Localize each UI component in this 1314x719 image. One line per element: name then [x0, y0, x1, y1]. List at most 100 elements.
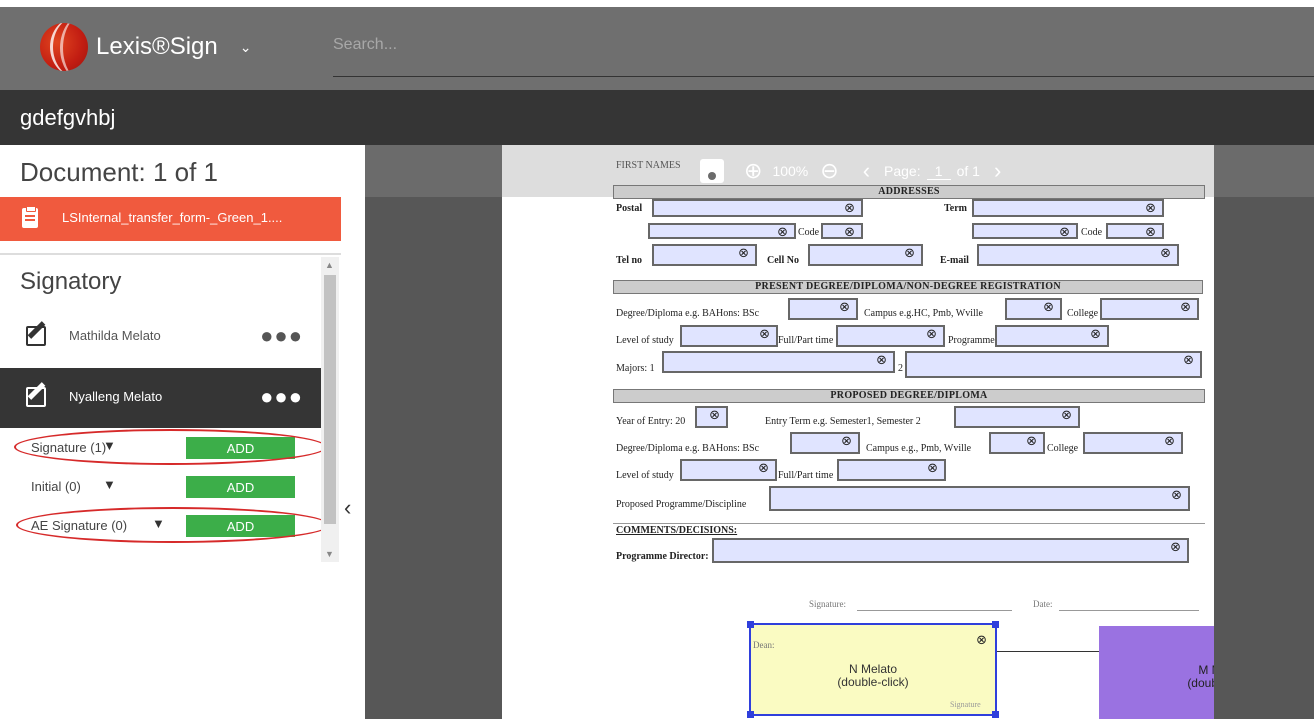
remove-field-icon[interactable]: ⊗ [927, 461, 938, 476]
form-field[interactable]: ⊗ [769, 486, 1190, 511]
zoom-level: 100% [772, 163, 809, 179]
form-field[interactable]: ⊗ [821, 223, 863, 240]
form-field[interactable]: ⊗ [808, 244, 923, 266]
signature-hint: (double-click) [837, 675, 909, 689]
scrollbar-thumb[interactable] [324, 275, 336, 524]
more-options-icon[interactable]: ●●● [260, 384, 303, 410]
form-field[interactable]: ⊗ [1005, 298, 1062, 320]
remove-field-icon[interactable]: ⊗ [1170, 540, 1181, 555]
remove-field-icon[interactable]: ⊗ [876, 353, 887, 368]
zoom-in-icon[interactable]: ⊕ [744, 158, 762, 184]
remove-field-icon[interactable]: ⊗ [709, 408, 720, 423]
lexis-logo-icon [40, 23, 88, 71]
remove-field-icon[interactable]: ⊗ [1059, 225, 1070, 240]
form-field[interactable]: ⊗ [995, 325, 1109, 347]
brand-logo[interactable]: Lexis®Sign ⌄ [40, 23, 251, 71]
form-field[interactable]: ⊗ [954, 406, 1080, 428]
form-field[interactable]: ⊗ [989, 432, 1045, 454]
remove-field-icon[interactable]: ⊗ [1180, 300, 1191, 315]
signer-mathilda[interactable]: Mathilda Melato ●●● [0, 307, 321, 367]
previous-page-icon[interactable]: ‹ [863, 158, 870, 184]
label-majors: Majors: 1 [616, 363, 655, 374]
form-field[interactable]: ⊗ [977, 244, 1179, 266]
form-field[interactable]: ⊗ [972, 199, 1164, 217]
form-field[interactable]: ⊗ [652, 244, 757, 266]
remove-field-icon[interactable]: ⊗ [758, 461, 769, 476]
resize-handle[interactable] [747, 711, 754, 718]
sidebar-scrollbar[interactable]: ▲ ▼ [321, 257, 339, 562]
collapse-sidebar-icon[interactable]: ‹ [344, 495, 351, 521]
label-email: E-mail [940, 255, 969, 266]
remove-field-icon[interactable]: ⊗ [777, 225, 788, 240]
form-field[interactable]: ⊗ [905, 351, 1202, 378]
remove-field-icon[interactable]: ⊗ [926, 327, 937, 342]
resize-handle[interactable] [992, 711, 999, 718]
remove-field-icon[interactable]: ⊗ [1026, 434, 1037, 449]
remove-field-icon[interactable]: ⊗ [1061, 408, 1072, 423]
remove-field-icon[interactable]: ⊗ [759, 327, 770, 342]
remove-field-icon[interactable]: ⊗ [1171, 488, 1182, 503]
signature-text[interactable]: N Melato (double-click) [751, 663, 995, 689]
signer-nyalleng[interactable]: Nyalleng Melato ●●● [0, 368, 321, 428]
form-field[interactable]: ⊗ [836, 325, 945, 347]
form-field[interactable]: ⊗ [695, 406, 728, 428]
add-initial-button[interactable]: ADD [186, 476, 295, 498]
form-field[interactable]: ⊗ [648, 223, 796, 240]
scroll-up-icon[interactable]: ▲ [325, 260, 334, 270]
remove-field-icon[interactable]: ⊗ [839, 300, 850, 315]
remove-field-icon[interactable]: ⊗ [841, 434, 852, 449]
signature-box-m-melato[interactable]: ⊗ M Melato (double-click) [1099, 626, 1214, 719]
divider [613, 523, 1205, 524]
save-icon[interactable] [700, 159, 724, 183]
form-field[interactable]: ⊗ [788, 298, 858, 320]
form-field[interactable]: ⊗ [712, 538, 1189, 563]
search-input[interactable] [333, 25, 933, 65]
page-number-input[interactable] [926, 162, 951, 180]
form-field[interactable]: ⊗ [972, 223, 1078, 240]
remove-signature-icon[interactable]: ⊗ [976, 633, 987, 648]
remove-field-icon[interactable]: ⊗ [844, 225, 855, 240]
remove-field-icon[interactable]: ⊗ [1160, 246, 1171, 261]
form-field[interactable]: ⊗ [680, 325, 778, 347]
remove-field-icon[interactable]: ⊗ [1145, 225, 1156, 240]
label-code: Code [798, 227, 820, 238]
remove-field-icon[interactable]: ⊗ [1090, 327, 1101, 342]
label-programme: Programme [948, 335, 995, 346]
remove-field-icon[interactable]: ⊗ [1183, 353, 1194, 368]
remove-field-icon[interactable]: ⊗ [1145, 201, 1156, 216]
label-campus: Campus e.g., Pmb, Wville [866, 443, 972, 454]
label-tel-no: Tel no [616, 255, 643, 266]
resize-handle[interactable] [992, 621, 999, 628]
remove-field-icon[interactable]: ⊗ [738, 246, 749, 261]
remove-field-icon[interactable]: ⊗ [1164, 434, 1175, 449]
label-code: Code [1081, 227, 1103, 238]
document-item[interactable]: LSInternal_transfer_form-_Green_1.... [0, 197, 341, 241]
next-page-icon[interactable]: › [994, 158, 1001, 184]
document-count: Document: 1 of 1 [20, 157, 218, 187]
form-field[interactable]: ⊗ [1100, 298, 1199, 320]
label-fullpart: Full/Part time [778, 470, 834, 481]
label-level: Level of study [616, 470, 674, 481]
form-field[interactable]: ⊗ [1106, 223, 1164, 240]
form-field[interactable]: ⊗ [837, 459, 946, 481]
form-field[interactable]: ⊗ [1083, 432, 1183, 454]
signature-box-n-melato[interactable]: Dean: Signature ⊗ N Melato (double-click… [747, 621, 999, 718]
label-degree: Degree/Diploma e.g. BAHons: BSc [616, 443, 760, 454]
remove-field-icon[interactable]: ⊗ [844, 201, 855, 216]
scroll-down-icon[interactable]: ▼ [325, 549, 334, 559]
label-college: College [1067, 308, 1099, 319]
brand-name: Lexis®Sign [96, 33, 218, 60]
signature-text[interactable]: M Melato (double-click) [1099, 664, 1214, 690]
zoom-out-icon[interactable]: ⊖ [820, 158, 838, 184]
remove-field-icon[interactable]: ⊗ [904, 246, 915, 261]
form-field[interactable]: ⊗ [790, 432, 860, 454]
more-options-icon[interactable]: ●●● [260, 323, 303, 349]
caret-down-icon[interactable]: ▼ [103, 477, 116, 492]
form-field[interactable]: ⊗ [662, 351, 895, 373]
chevron-down-icon[interactable]: ⌄ [240, 39, 252, 56]
form-field[interactable]: ⊗ [652, 199, 863, 217]
form-field[interactable]: ⊗ [680, 459, 777, 481]
date-line [1059, 610, 1199, 611]
remove-field-icon[interactable]: ⊗ [1043, 300, 1054, 315]
resize-handle[interactable] [747, 621, 754, 628]
